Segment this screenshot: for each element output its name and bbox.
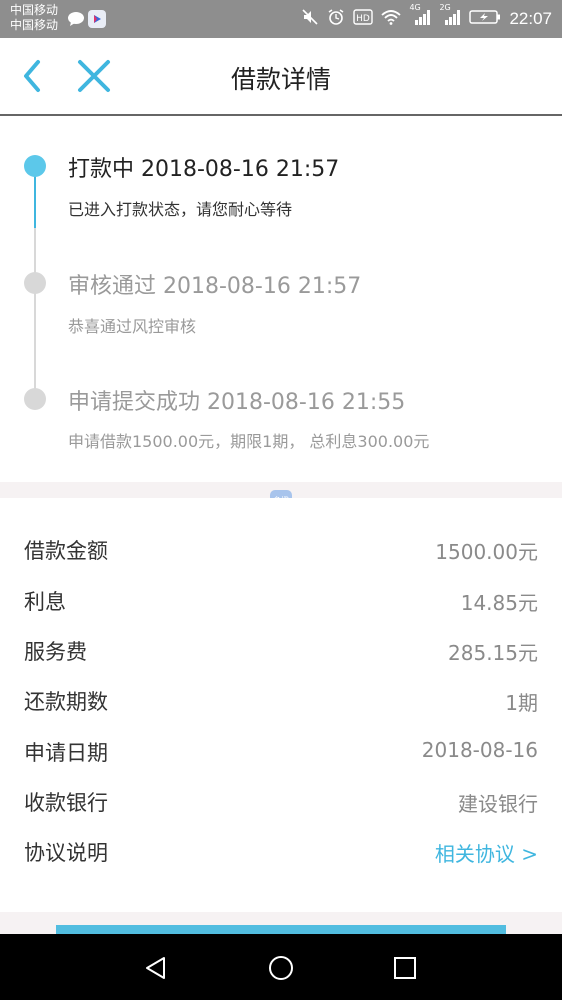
loan-status-timeline: 打款中 2018-08-16 21:57 已进入打款状态，请您耐心等待 审核通过… bbox=[0, 118, 562, 482]
timeline-step-desc: 恭喜通过风控审核 bbox=[68, 317, 197, 336]
chat-bubble-icon bbox=[67, 9, 85, 29]
alarm-icon bbox=[327, 8, 345, 30]
carrier-1: 中国移动 bbox=[10, 3, 59, 17]
detail-row-interest: 利息 14.85元 bbox=[0, 575, 562, 625]
square-recents-icon bbox=[394, 957, 416, 979]
detail-label: 申请日期 bbox=[24, 741, 108, 765]
detail-label: 利息 bbox=[24, 590, 66, 614]
detail-value: 14.85元 bbox=[460, 591, 538, 615]
app-notification-icon bbox=[88, 10, 106, 28]
network-2-label: 2G bbox=[439, 3, 451, 12]
network-1-label: 4G bbox=[409, 3, 421, 12]
page-title: 借款详情 bbox=[230, 65, 331, 94]
timeline-step-desc: 申请借款1500.00元，期限1期， 总利息300.00元 bbox=[68, 432, 430, 451]
timeline-step-desc: 已进入打款状态，请您耐心等待 bbox=[68, 200, 293, 219]
loan-details: 借款金额 1500.00元 利息 14.85元 服务费 285.15元 还款期数… bbox=[0, 498, 562, 912]
timeline-dot-active bbox=[24, 155, 46, 177]
mute-icon bbox=[301, 8, 319, 30]
status-icons: HD 4G 2G 22:07 bbox=[301, 3, 552, 30]
timeline-dot bbox=[24, 388, 46, 410]
detail-label: 服务费 bbox=[24, 640, 87, 664]
page-header: 借款详情 bbox=[0, 38, 562, 116]
battery-charging-icon bbox=[469, 9, 501, 29]
nav-back-button[interactable] bbox=[138, 950, 174, 986]
detail-value: 建设银行 bbox=[458, 792, 538, 816]
signal-1-icon: 4G bbox=[409, 3, 431, 29]
clock-time: 22:07 bbox=[509, 9, 552, 28]
timeline-step-title: 打款中 2018-08-16 21:57 bbox=[68, 157, 340, 182]
detail-row-application-date: 申请日期 2018-08-16 bbox=[0, 726, 562, 776]
related-agreement-link[interactable]: 相关协议 > bbox=[435, 838, 538, 867]
carrier-labels: 中国移动 中国移动 bbox=[10, 3, 58, 33]
detail-label: 协议说明 bbox=[24, 841, 108, 865]
system-navigation-bar bbox=[0, 934, 562, 1000]
circle-home-icon bbox=[269, 956, 293, 980]
signal-2-icon: 2G bbox=[439, 3, 461, 29]
detail-value: 2018-08-16 bbox=[421, 738, 538, 762]
triangle-back-icon bbox=[146, 957, 165, 979]
detail-row-service-fee: 服务费 285.15元 bbox=[0, 625, 562, 675]
detail-row-agreement[interactable]: 协议说明 相关协议 > bbox=[0, 826, 562, 876]
detail-value: 285.15元 bbox=[448, 641, 538, 665]
detail-value: 1500.00元 bbox=[435, 540, 538, 564]
svg-text:HD: HD bbox=[357, 14, 371, 24]
timeline-line bbox=[34, 228, 36, 398]
timeline-dot bbox=[24, 272, 46, 294]
detail-label: 收款银行 bbox=[24, 791, 108, 815]
detail-row-receiving-bank: 收款银行 建设银行 bbox=[0, 776, 562, 826]
detail-row-loan-amount: 借款金额 1500.00元 bbox=[0, 524, 562, 574]
status-bar: 中国移动 中国移动 HD 4G 2G 22:07 bbox=[0, 0, 562, 38]
timeline-step-title: 申请提交成功 2018-08-16 21:55 bbox=[68, 390, 406, 415]
wifi-icon bbox=[381, 9, 402, 29]
timeline-step-title: 审核通过 2018-08-16 21:57 bbox=[68, 274, 362, 299]
detail-label: 还款期数 bbox=[24, 690, 108, 714]
nav-recents-button[interactable] bbox=[387, 950, 423, 986]
detail-label: 借款金额 bbox=[24, 539, 108, 563]
carrier-2: 中国移动 bbox=[10, 18, 59, 32]
hd-icon: HD bbox=[353, 9, 374, 29]
detail-value: 1期 bbox=[505, 691, 538, 715]
detail-row-repayment-periods: 还款期数 1期 bbox=[0, 675, 562, 725]
nav-home-button[interactable] bbox=[263, 950, 299, 986]
